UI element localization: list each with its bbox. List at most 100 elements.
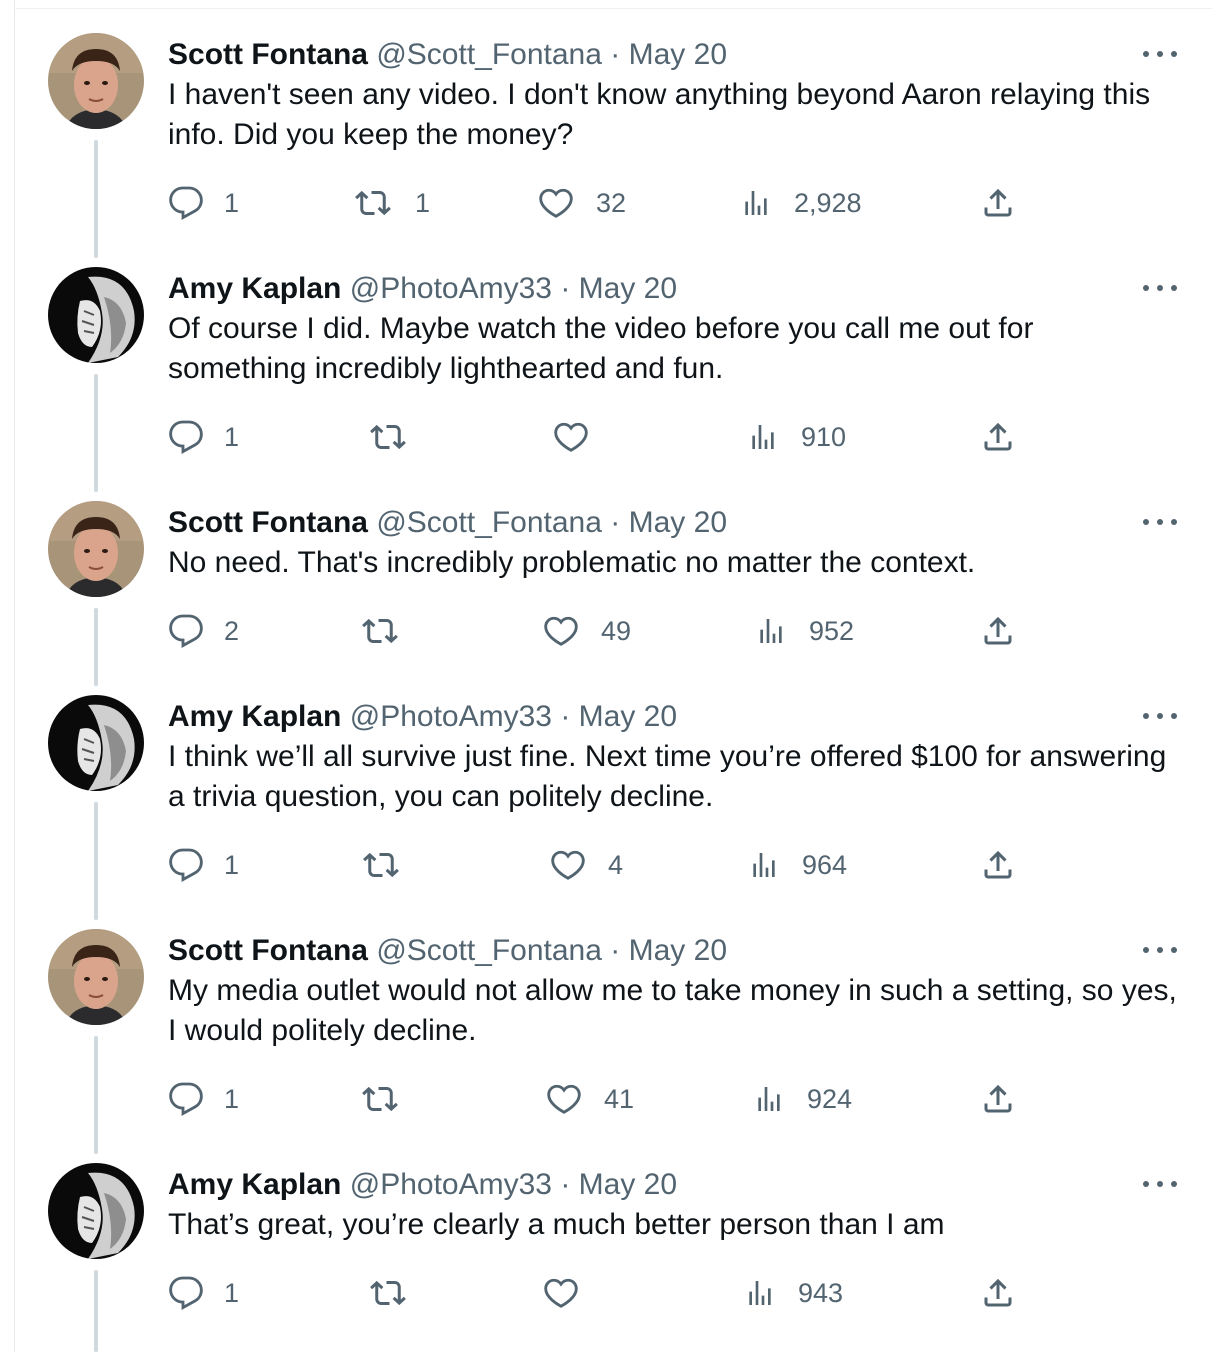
author-name[interactable]: Scott Fontana (168, 506, 368, 539)
more-options-icon[interactable] (1143, 945, 1177, 955)
author-handle[interactable]: @Scott_Fontana (376, 506, 602, 539)
retweet-icon (360, 1081, 400, 1117)
views-button[interactable]: 952 (755, 611, 854, 651)
top-divider (14, 8, 1212, 9)
retweet-icon (368, 419, 408, 455)
heart-icon (546, 1081, 582, 1117)
retweet-button[interactable] (361, 845, 423, 885)
tweet[interactable]: Amy Kaplan @PhotoAmy33 · May 20 I think w… (15, 695, 1212, 895)
tweet-date[interactable]: May 20 (579, 700, 677, 733)
more-options-icon[interactable] (1143, 283, 1177, 293)
tweet[interactable]: Scott Fontana @Scott_Fontana · May 20 No … (15, 501, 1212, 701)
like-button[interactable]: 41 (546, 1079, 634, 1119)
share-button[interactable] (980, 1273, 1016, 1313)
views-count: 2,928 (794, 187, 862, 218)
share-button[interactable] (980, 417, 1016, 457)
tweet-text: My media outlet would not allow me to ta… (168, 974, 1177, 1047)
avatar[interactable] (48, 929, 144, 1025)
like-button[interactable]: 49 (543, 611, 631, 651)
retweet-button[interactable]: 1 (353, 183, 430, 223)
author-handle[interactable]: @PhotoAmy33 (350, 272, 552, 305)
reply-icon (168, 1275, 204, 1311)
share-icon (980, 1275, 1016, 1311)
views-button[interactable]: 924 (753, 1079, 852, 1119)
author-name[interactable]: Amy Kaplan (168, 272, 341, 305)
reply-icon (168, 1081, 204, 1117)
views-button[interactable]: 943 (744, 1273, 843, 1313)
more-options-icon[interactable] (1143, 711, 1177, 721)
tweet-text: No need. That's incredibly problematic n… (168, 546, 976, 579)
thread-connector (94, 1270, 98, 1352)
tweet-date[interactable]: May 20 (629, 38, 727, 71)
tweet[interactable]: Amy Kaplan @PhotoAmy33 · May 20 That’s gr… (15, 1163, 1212, 1363)
tweet-content: Amy Kaplan @PhotoAmy33 · May 20 That’s gr… (168, 1163, 1178, 1310)
author-name[interactable]: Scott Fontana (168, 934, 368, 967)
tweet-date[interactable]: May 20 (629, 506, 727, 539)
separator-dot: · (560, 700, 571, 733)
retweet-button[interactable] (368, 417, 430, 457)
tweet-header: Amy Kaplan @PhotoAmy33 · May 20 (168, 1163, 1178, 1207)
author-handle[interactable]: @PhotoAmy33 (350, 1168, 552, 1201)
avatar-column (48, 33, 144, 129)
reply-button[interactable]: 1 (168, 845, 239, 885)
retweet-button[interactable] (360, 1079, 422, 1119)
views-count: 943 (798, 1277, 844, 1308)
tweet[interactable]: Amy Kaplan @PhotoAmy33 · May 20 Of course… (15, 267, 1212, 467)
tweet-date[interactable]: May 20 (629, 934, 727, 967)
like-button[interactable]: 4 (550, 845, 623, 885)
avatar[interactable] (48, 501, 144, 597)
author-handle[interactable]: @Scott_Fontana (376, 38, 602, 71)
share-button[interactable] (980, 611, 1016, 651)
reply-button[interactable]: 1 (168, 1079, 239, 1119)
heart-icon (543, 1275, 579, 1311)
tweet-date[interactable]: May 20 (579, 1168, 677, 1201)
share-icon (980, 847, 1016, 883)
avatar[interactable] (48, 695, 144, 791)
author-handle[interactable]: @PhotoAmy33 (350, 700, 552, 733)
tweet-header: Scott Fontana @Scott_Fontana · May 20 (168, 33, 1178, 77)
share-icon (980, 185, 1016, 221)
views-button[interactable]: 964 (748, 845, 847, 885)
tweet[interactable]: Scott Fontana @Scott_Fontana · May 20 My … (15, 929, 1212, 1129)
tweet-content: Amy Kaplan @PhotoAmy33 · May 20 I think w… (168, 695, 1178, 882)
views-count: 924 (807, 1083, 853, 1114)
share-button[interactable] (980, 183, 1016, 223)
retweet-button[interactable] (368, 1273, 430, 1313)
thread-connector (94, 608, 98, 686)
avatar[interactable] (48, 267, 144, 363)
tweet-date[interactable]: May 20 (579, 272, 677, 305)
views-count: 964 (802, 849, 848, 880)
author-handle[interactable]: @Scott_Fontana (376, 934, 602, 967)
retweet-icon (353, 185, 393, 221)
tweet-header: Scott Fontana @Scott_Fontana · May 20 (168, 929, 1178, 973)
author-name[interactable]: Amy Kaplan (168, 1168, 341, 1201)
tweet-actions: 1 4 964 (168, 845, 1178, 885)
share-button[interactable] (980, 1079, 1016, 1119)
more-options-icon[interactable] (1143, 49, 1177, 59)
thread-connector (94, 374, 98, 492)
tweet[interactable]: Scott Fontana @Scott_Fontana · May 20 I h… (15, 33, 1212, 233)
more-options-icon[interactable] (1143, 517, 1177, 527)
reply-button[interactable]: 1 (168, 1273, 239, 1313)
retweet-button[interactable] (360, 611, 422, 651)
views-count: 952 (809, 615, 855, 646)
author-name[interactable]: Amy Kaplan (168, 700, 341, 733)
more-options-icon[interactable] (1143, 1179, 1177, 1189)
views-button[interactable]: 2,928 (740, 183, 862, 223)
heart-icon (553, 419, 589, 455)
reply-icon (168, 185, 204, 221)
avatar-column (48, 1163, 144, 1259)
reply-button[interactable]: 1 (168, 417, 239, 457)
like-button[interactable]: 32 (538, 183, 626, 223)
reply-button[interactable]: 1 (168, 183, 239, 223)
author-name[interactable]: Scott Fontana (168, 38, 368, 71)
like-button[interactable] (543, 1273, 601, 1313)
heart-icon (550, 847, 586, 883)
views-button[interactable]: 910 (747, 417, 846, 457)
reply-button[interactable]: 2 (168, 611, 239, 651)
avatar[interactable] (48, 33, 144, 129)
share-button[interactable] (980, 845, 1016, 885)
avatar[interactable] (48, 1163, 144, 1259)
tweet-actions: 2 49 952 (168, 611, 1178, 651)
like-button[interactable] (553, 417, 611, 457)
